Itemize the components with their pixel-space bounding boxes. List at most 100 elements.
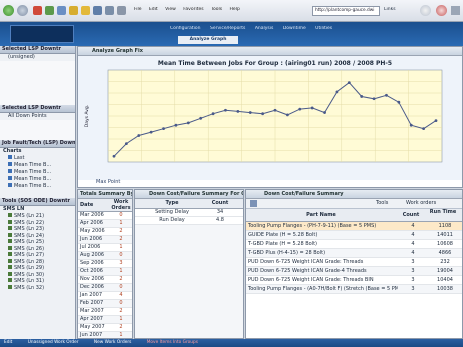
- data-point[interactable]: [323, 111, 326, 114]
- table-row[interactable]: May 2007 2: [78, 324, 132, 332]
- tab-analyze-graph[interactable]: Analyze Graph: [178, 36, 238, 44]
- chart-item[interactable]: Last: [0, 155, 75, 162]
- col-count[interactable]: Count: [209, 199, 231, 208]
- col-run-time[interactable]: Run Time: [426, 209, 460, 221]
- data-point[interactable]: [112, 154, 116, 158]
- data-point[interactable]: [335, 90, 339, 94]
- table-row[interactable]: PUD Down 6-725 Weight ICAN Grade-4 Threa…: [246, 267, 462, 276]
- menu-help[interactable]: Help: [230, 7, 240, 12]
- status-new-work-orders[interactable]: New Work Orders: [94, 340, 131, 345]
- chart-item[interactable]: Mean Time B...: [0, 176, 75, 183]
- forward-icon[interactable]: [17, 5, 28, 16]
- graph-toolbar[interactable]: Analyze Graph Fix: [78, 47, 462, 56]
- table-row[interactable]: Oct 2006 1: [78, 268, 132, 276]
- menu-tools[interactable]: Tools: [211, 7, 222, 12]
- data-point[interactable]: [360, 95, 364, 98]
- data-point[interactable]: [162, 127, 165, 131]
- data-point[interactable]: [285, 113, 289, 117]
- col-part-count[interactable]: Count: [396, 209, 426, 221]
- table-row[interactable]: Jun 2006 2: [78, 236, 132, 244]
- menu-favorites[interactable]: Favorites: [183, 7, 203, 12]
- data-point[interactable]: [199, 116, 203, 120]
- part-toolbar[interactable]: Down Cost/Failure Summary: [246, 190, 462, 199]
- filter-tools[interactable]: Tools: [376, 200, 402, 207]
- tool-item[interactable]: SMS (Ln 32): [0, 284, 75, 292]
- tree-item-unsigned[interactable]: (unsigned): [0, 54, 75, 61]
- nav-analysis[interactable]: Analysis: [255, 26, 274, 31]
- data-point[interactable]: [261, 112, 265, 116]
- table-row[interactable]: Tooling Pump Flanges - (A0-7H/Bolt F) (S…: [246, 285, 462, 294]
- table-row[interactable]: Aug 2006 0: [78, 252, 132, 260]
- section-header-2[interactable]: Selected LSP Downtr: [0, 105, 75, 113]
- nav-downtime[interactable]: Downtime: [283, 26, 306, 31]
- data-point[interactable]: [248, 111, 252, 114]
- mail-icon[interactable]: [105, 6, 114, 15]
- chart-item[interactable]: Mean Time B...: [0, 162, 75, 169]
- data-point[interactable]: [310, 106, 314, 110]
- table-row[interactable]: Nov 2006 2: [78, 276, 132, 284]
- data-point[interactable]: [186, 121, 190, 125]
- col-part-name[interactable]: Part Name: [246, 209, 396, 221]
- data-point[interactable]: [211, 112, 215, 116]
- section-header-1[interactable]: Selected LSP Downtr: [0, 46, 75, 54]
- data-point[interactable]: [422, 127, 426, 131]
- table-row[interactable]: Apr 2007 1: [78, 316, 132, 324]
- data-point[interactable]: [273, 108, 277, 112]
- table-row[interactable]: Jun 2007 1: [78, 332, 132, 338]
- menu-icon[interactable]: [451, 6, 460, 15]
- refresh-icon[interactable]: [45, 6, 54, 15]
- data-point[interactable]: [372, 97, 376, 101]
- tree-item-all-down-points[interactable]: All Down Points: [0, 113, 75, 120]
- browser-menu[interactable]: File Edit View Favorites Tools Help: [134, 7, 308, 15]
- menu-view[interactable]: View: [165, 7, 176, 12]
- chart-item[interactable]: Mean Time B...: [0, 169, 75, 176]
- table-row[interactable]: Setting Delay 34: [135, 209, 243, 217]
- address-bar[interactable]: http://plantcomp-gauce.dwi: [312, 6, 380, 16]
- data-point[interactable]: [236, 110, 240, 113]
- favorites-icon[interactable]: [81, 6, 90, 15]
- data-point[interactable]: [397, 100, 401, 104]
- type-toolbar[interactable]: Down Cost/Failure Summary For Group 2006: [135, 190, 243, 199]
- data-point[interactable]: [347, 81, 351, 85]
- table-row[interactable]: Feb 2007 0: [78, 300, 132, 308]
- data-point[interactable]: [409, 123, 413, 127]
- folder-charts[interactable]: Charts: [0, 148, 75, 155]
- data-point[interactable]: [298, 107, 302, 111]
- print-icon[interactable]: [117, 6, 126, 15]
- home-icon[interactable]: [57, 6, 66, 15]
- table-row[interactable]: May 2006 2: [78, 228, 132, 236]
- nav-utilities[interactable]: Utilities: [315, 26, 332, 31]
- section-header-4[interactable]: Tools (SOS ODE) Downtr: [0, 198, 75, 206]
- table-row[interactable]: PUD Down 6-725 Weight ICAN Grade: Thread…: [246, 258, 462, 267]
- table-row[interactable]: Sep 2006 3: [78, 260, 132, 268]
- table-row[interactable]: T-GBD Plus (H-4-15) = 28 Bolt) 4 4866: [246, 249, 462, 258]
- filter-work-orders[interactable]: Work orders: [406, 200, 446, 207]
- col-date[interactable]: Date: [78, 199, 110, 211]
- table-row[interactable]: Dec 2006 0: [78, 284, 132, 292]
- links-button[interactable]: Links: [384, 7, 412, 15]
- col-work-orders[interactable]: Work Orders: [110, 199, 132, 211]
- menu-edit[interactable]: Edit: [149, 7, 158, 12]
- status-edit[interactable]: Edit: [4, 340, 12, 345]
- data-point[interactable]: [149, 130, 153, 134]
- table-row[interactable]: PUD Down 6-725 Weight ICAN Grade: Thread…: [246, 276, 462, 285]
- table-row[interactable]: GUIDE Plate (H = 5.28 Bolt) 4 14011: [246, 231, 462, 240]
- menu-file[interactable]: File: [134, 7, 142, 12]
- back-icon[interactable]: [3, 5, 14, 16]
- settings-icon[interactable]: [420, 5, 431, 16]
- data-point[interactable]: [385, 93, 388, 97]
- table-row[interactable]: Run Delay 4.8: [135, 217, 243, 225]
- col-type[interactable]: Type: [135, 199, 209, 208]
- table-row[interactable]: Mar 2007 2: [78, 308, 132, 316]
- table-row[interactable]: Mar 2006 0: [78, 212, 132, 220]
- data-point[interactable]: [224, 108, 227, 112]
- data-point[interactable]: [174, 123, 178, 127]
- data-point[interactable]: [434, 119, 438, 122]
- data-point[interactable]: [137, 134, 141, 137]
- table-row[interactable]: T-GBD Plate (H = 5.28 Bolt) 4 10608: [246, 240, 462, 249]
- table-row[interactable]: Tooling Pump Flanges - (PH-7-9-11) (Base…: [246, 222, 462, 231]
- folder-sms-ln[interactable]: SMS LN: [0, 206, 75, 213]
- history-icon[interactable]: [93, 6, 102, 15]
- search-icon[interactable]: [69, 6, 78, 15]
- table-row[interactable]: Jan 2007 4: [78, 292, 132, 300]
